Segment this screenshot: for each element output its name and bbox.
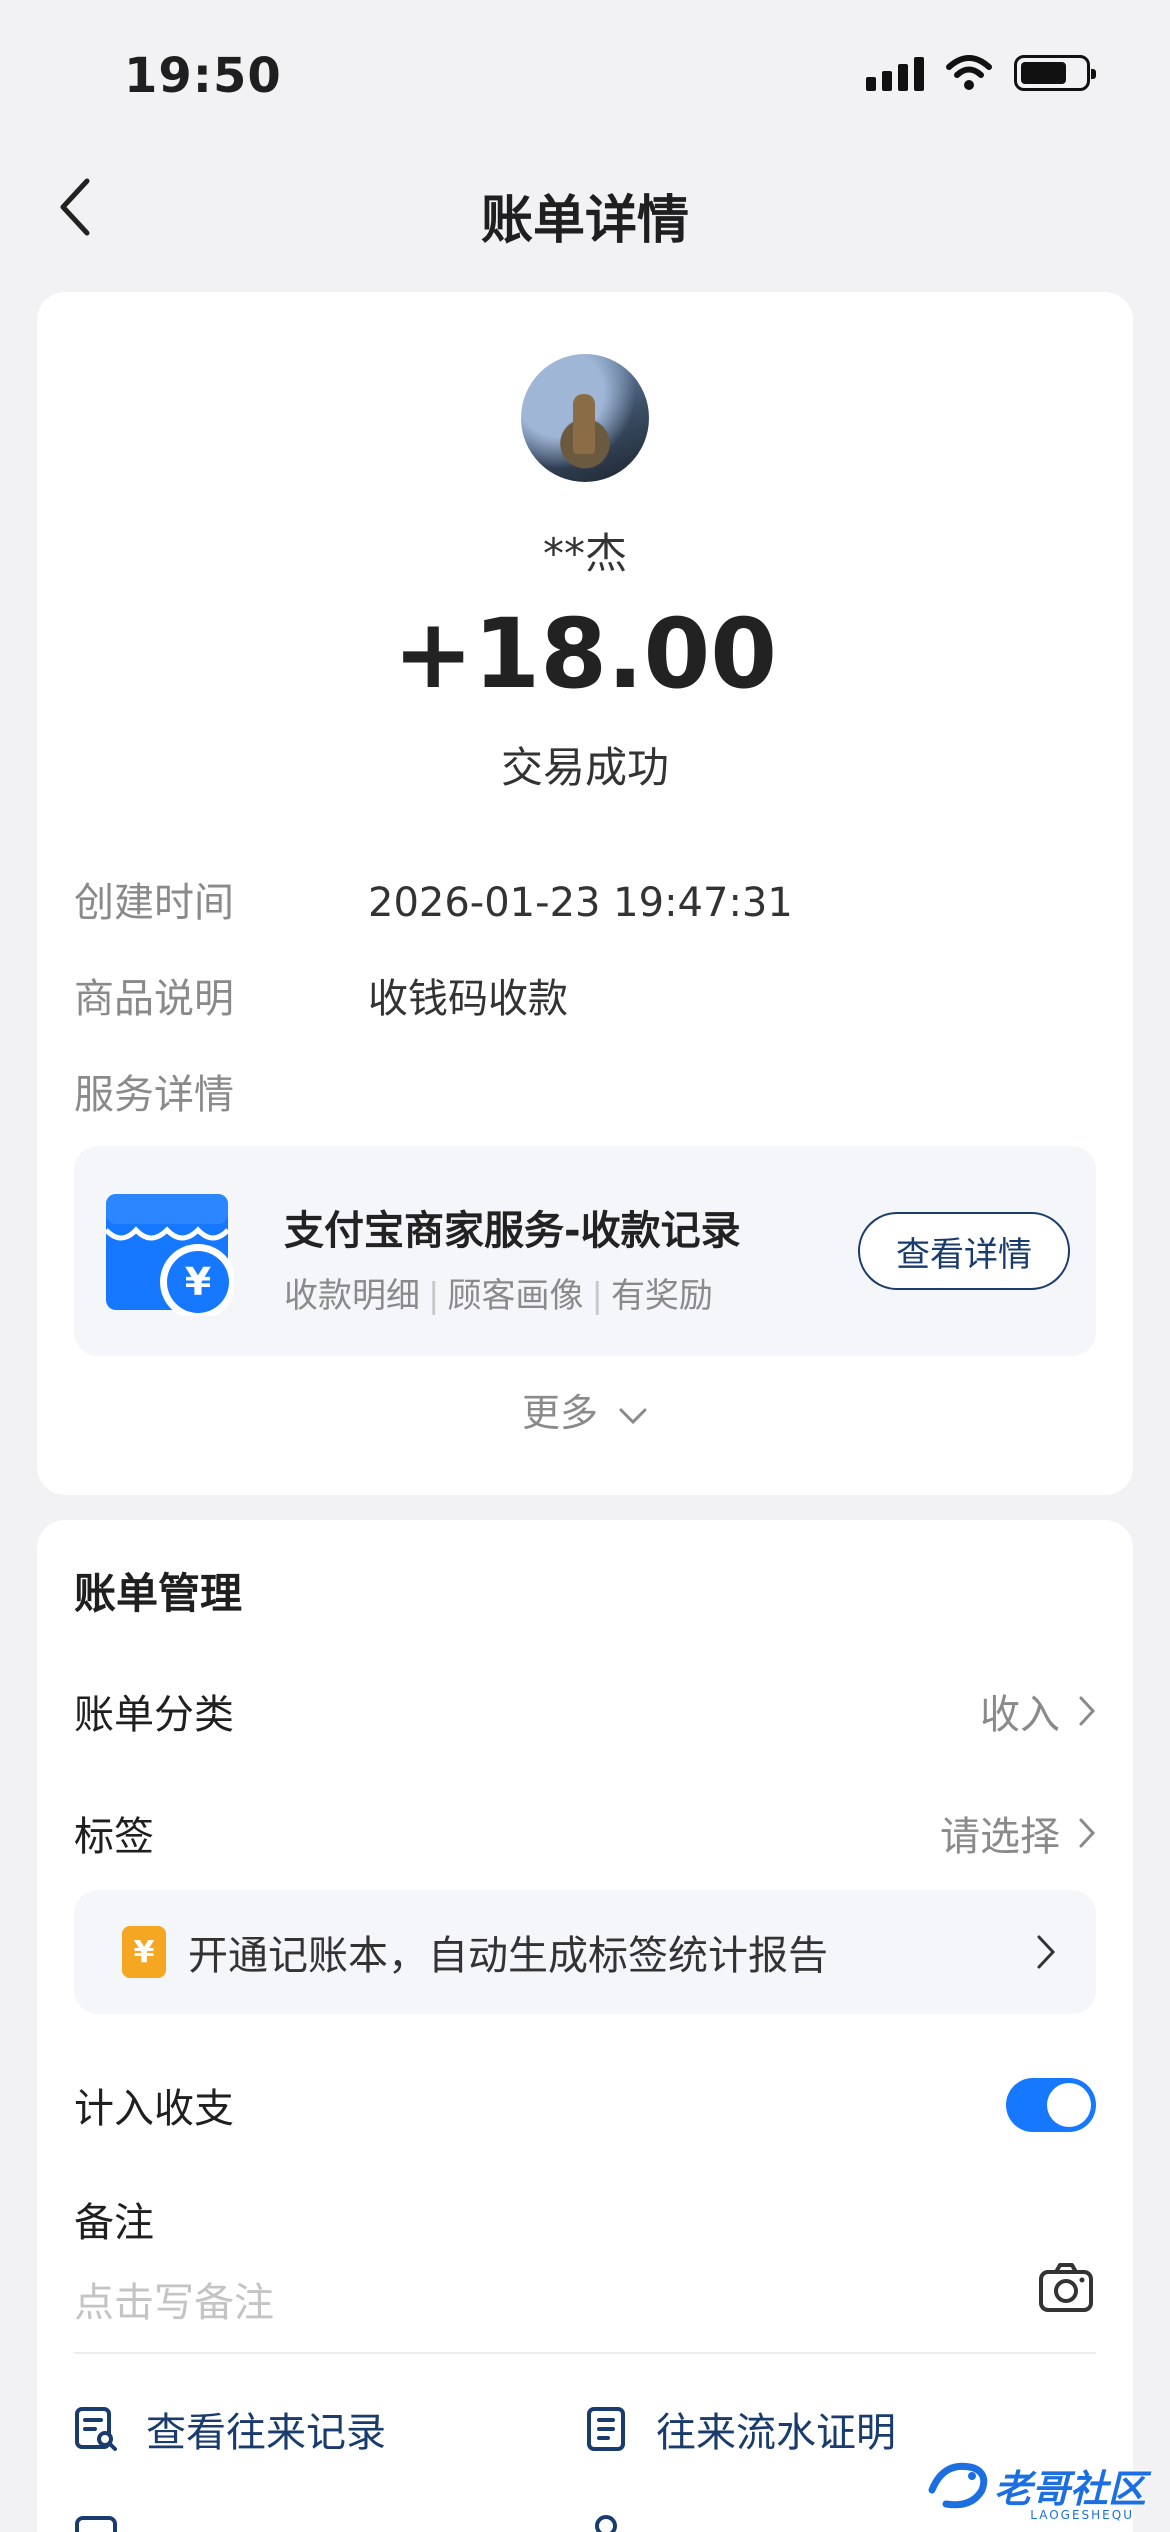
info-label: 商品说明 <box>74 976 234 1022</box>
watermark-logo: 老哥社区 LAOGESHEQU <box>924 2440 1154 2530</box>
include-in-stats-row: 计入收支 <box>74 2076 1096 2134</box>
status-icons <box>866 55 1096 91</box>
receipt-icon <box>75 2516 117 2532</box>
chevron-down-icon <box>619 1408 647 1424</box>
record-search-icon <box>75 2407 117 2451</box>
status-bar: 19:50 <box>0 0 1170 150</box>
view-history-label: 查看往来记录 <box>146 2410 386 2456</box>
merchant-service-card[interactable]: ¥ 支付宝商家服务-收款记录 收款明细 | 顾客画像 | 有奖励 查看详情 <box>74 1146 1096 1356</box>
divider <box>74 2352 1096 2354</box>
info-value: 2026-01-23 19:47:31 <box>368 880 793 926</box>
service-title: 支付宝商家服务-收款记录 <box>284 1208 741 1254</box>
contact-icon <box>595 2515 617 2532</box>
view-history-link[interactable]: 查看往来记录 <box>74 2400 584 2458</box>
page-title: 账单详情 <box>480 191 689 251</box>
tag-value: 请选择 <box>940 1814 1060 1860</box>
watermark-text: 老哥社区 <box>994 2466 1147 2511</box>
info-row-created-time: 创建时间 2026-01-23 19:47:31 <box>74 870 793 928</box>
more-button[interactable]: 更多 <box>37 1382 1133 1437</box>
view-details-button[interactable]: 查看详情 <box>858 1212 1070 1290</box>
service-tag: 有奖励 <box>610 1276 713 1316</box>
chevron-right-icon <box>1079 1696 1096 1726</box>
transaction-status: 交易成功 <box>500 743 669 792</box>
info-row-product-desc: 商品说明 收钱码收款 <box>74 966 568 1024</box>
dragon-logo-icon <box>928 2462 988 2509</box>
payer-name: **杰 <box>542 529 627 578</box>
watermark-sub: LAOGESHEQU <box>1030 2508 1134 2522</box>
service-tag: 收款明细 <box>284 1276 420 1316</box>
store-icon: ¥ <box>104 1194 234 1316</box>
bill-category-label: 账单分类 <box>74 1692 234 1738</box>
wifi-icon <box>946 55 992 90</box>
chevron-right-icon <box>1079 1818 1096 1848</box>
transaction-card: **杰 +18.00 交易成功 创建时间 2026-01-23 19:47:31 … <box>37 292 1133 1495</box>
avatar[interactable] <box>521 354 649 482</box>
document-icon <box>587 2407 625 2451</box>
statement-proof-label: 往来流水证明 <box>656 2410 896 2456</box>
tag-label: 标签 <box>74 1814 154 1860</box>
bill-management-card: 账单管理 账单分类 收入 标签 请选择 ¥ 开通记账本，自动生成标签统计报告 计… <box>37 1520 1133 2532</box>
promo-text: 开通记账本，自动生成标签统计报告 <box>188 1933 828 1979</box>
section-title: 账单管理 <box>74 1569 243 1618</box>
ledger-icon: ¥ <box>122 1926 166 1978</box>
include-in-stats-label: 计入收支 <box>74 2086 234 2132</box>
camera-icon[interactable] <box>1036 2258 1096 2318</box>
note-label: 备注 <box>74 2200 154 2246</box>
info-label: 创建时间 <box>74 880 234 926</box>
info-value: 收钱码收款 <box>368 976 568 1022</box>
bill-category-value: 收入 <box>980 1692 1060 1738</box>
transaction-amount: +18.00 <box>392 598 778 710</box>
partial-link-icon-1[interactable] <box>74 2510 584 2532</box>
status-time: 19:50 <box>124 48 282 104</box>
battery-icon <box>1014 55 1096 91</box>
bill-category-row[interactable]: 账单分类 收入 <box>74 1682 1096 1740</box>
nav-bar: 账单详情 <box>0 150 1170 270</box>
service-tags: 收款明细 | 顾客画像 | 有奖励 <box>284 1276 713 1316</box>
tag-row[interactable]: 标签 请选择 <box>74 1804 1096 1862</box>
chevron-right-icon <box>1037 1935 1056 1969</box>
signal-icon <box>866 55 924 91</box>
include-in-stats-toggle[interactable] <box>1006 2078 1096 2132</box>
bookkeeping-promo-banner[interactable]: ¥ 开通记账本，自动生成标签统计报告 <box>74 1890 1096 2014</box>
more-label: 更多 <box>521 1391 598 1435</box>
service-tag: 顾客画像 <box>447 1276 584 1316</box>
info-label: 服务详情 <box>74 1072 234 1118</box>
note-input[interactable]: 点击写备注 <box>74 2270 274 2328</box>
info-row-service-details: 服务详情 <box>74 1062 368 1120</box>
currency-symbol: ¥ <box>185 1260 211 1304</box>
